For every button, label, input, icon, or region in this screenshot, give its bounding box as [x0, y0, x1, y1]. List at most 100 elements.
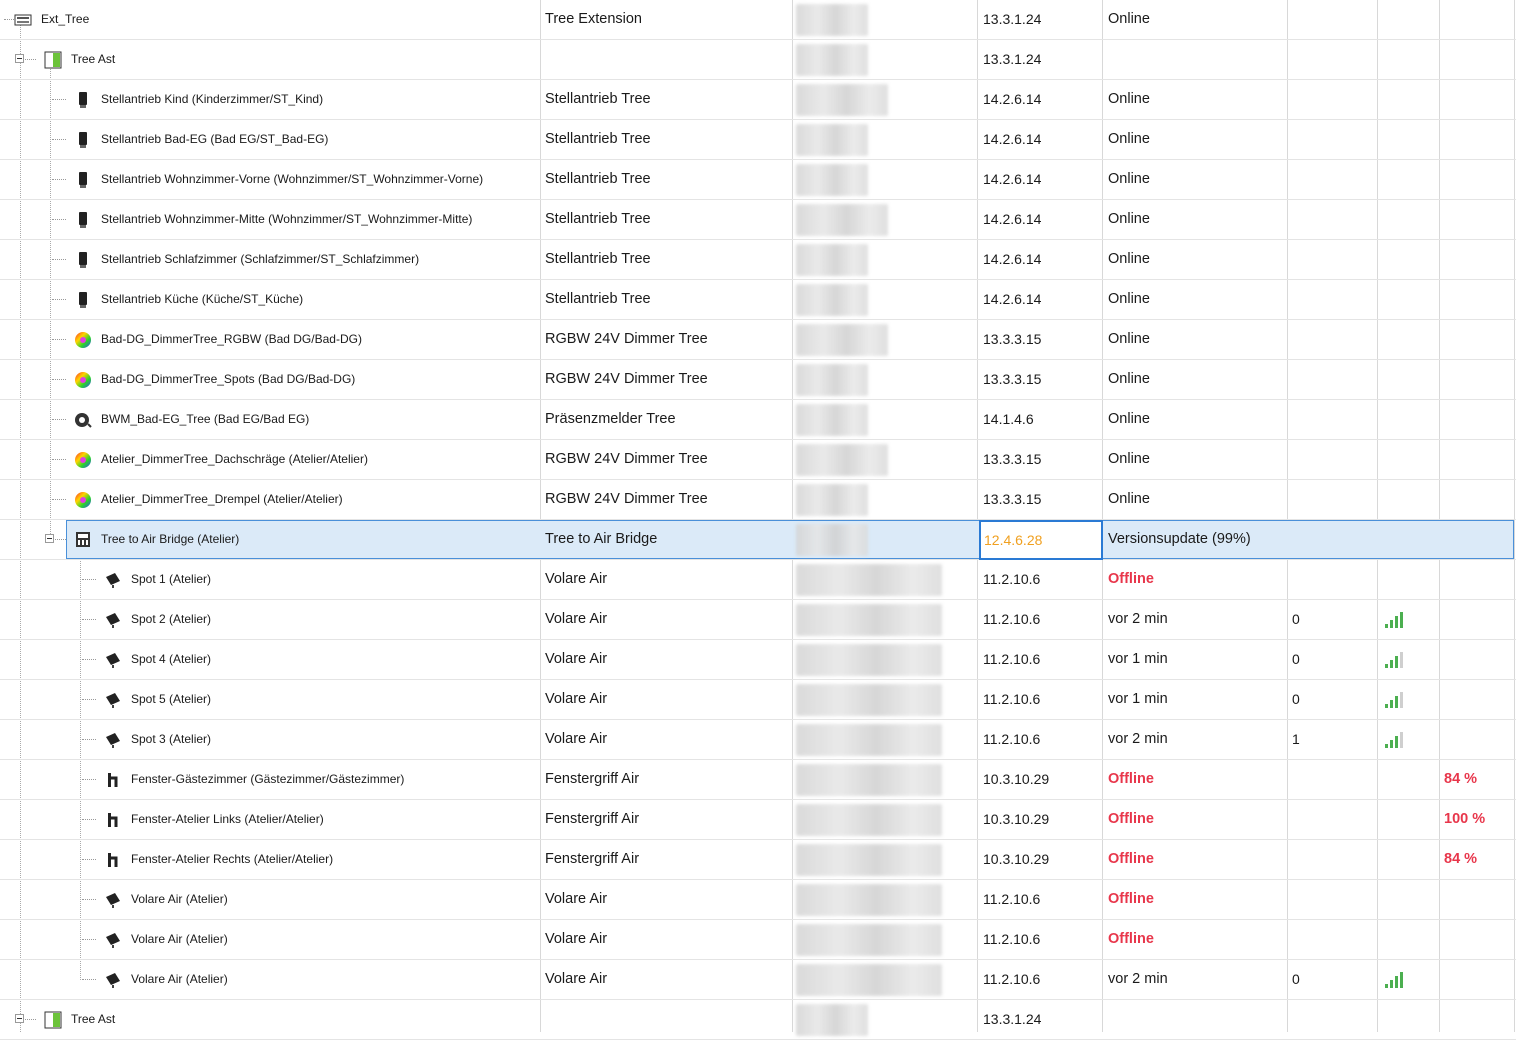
status-text: Online — [1108, 251, 1150, 267]
table-row[interactable]: Bad-DG_DimmerTree_Spots (Bad DG/Bad-DG) R… — [0, 360, 1516, 400]
device-tree-grid[interactable]: Ext_Tree Tree Extension 13.3.1.24 Online Tre… — [0, 0, 1516, 1040]
table-row[interactable]: Atelier_DimmerTree_Dachschräge (Atelier/… — [0, 440, 1516, 480]
device-type: Volare Air — [545, 971, 608, 987]
table-row[interactable]: Spot 2 (Atelier) Volare Air 11.2.10.6 vor 2… — [0, 600, 1516, 640]
table-row[interactable]: Stellantrieb Schlafzimmer (Schlafzimmer/… — [0, 240, 1516, 280]
device-type: Tree Extension — [545, 11, 642, 27]
signal-strength-icon — [1385, 612, 1405, 628]
table-row[interactable]: Stellantrieb Wohnzimmer-Vorne (Wohnzimme… — [0, 160, 1516, 200]
status-text: Online — [1108, 11, 1150, 27]
table-row[interactable]: Spot 1 (Atelier) Volare Air 11.2.10.6 Offli… — [0, 560, 1516, 600]
firmware-version: 14.2.6.14 — [983, 131, 1042, 147]
table-row[interactable]: Fenster-Atelier Links (Atelier/Atelier) F… — [0, 800, 1516, 840]
firmware-version: 13.3.1.24 — [983, 51, 1042, 67]
collapse-toggle[interactable] — [15, 54, 24, 63]
device-name: Tree to Air Bridge (Atelier) — [101, 532, 240, 546]
status-text: Online — [1108, 491, 1150, 507]
status-text: vor 2 min — [1108, 971, 1168, 987]
signal-bar — [1385, 704, 1388, 708]
firmware-version: 13.3.3.15 — [983, 451, 1042, 467]
redacted-serial — [796, 204, 888, 236]
table-row[interactable]: Fenster-Gästezimmer (Gästezimmer/Gästezi… — [0, 760, 1516, 800]
tree-connector — [52, 379, 66, 380]
window-handle-icon — [104, 811, 122, 829]
table-row[interactable]: Stellantrieb Küche (Küche/ST_Küche) Stell… — [0, 280, 1516, 320]
tree-connector — [82, 619, 96, 620]
table-row[interactable]: Stellantrieb Bad-EG (Bad EG/ST_Bad-EG) St… — [0, 120, 1516, 160]
actuator-icon — [74, 291, 92, 309]
table-row[interactable]: Stellantrieb Kind (Kinderzimmer/ST_Kind)… — [0, 80, 1516, 120]
status-text: Online — [1108, 291, 1150, 307]
redacted-serial — [796, 324, 888, 356]
tree-connector — [82, 979, 96, 980]
redacted-serial — [796, 484, 868, 516]
table-row[interactable]: Bad-DG_DimmerTree_RGBW (Bad DG/Bad-DG) RG… — [0, 320, 1516, 360]
tree-connector — [82, 699, 96, 700]
spotlight-icon — [104, 731, 122, 749]
signal-bar — [1390, 700, 1393, 708]
tree-connector — [52, 539, 66, 540]
tree-connector — [82, 579, 96, 580]
device-type: Volare Air — [545, 611, 608, 627]
tree-connector — [52, 179, 66, 180]
device-type: Volare Air — [545, 731, 608, 747]
status-text: Online — [1108, 131, 1150, 147]
signal-bar — [1395, 656, 1398, 668]
table-row[interactable]: Volare Air (Atelier) Volare Air 11.2.10.6 v… — [0, 960, 1516, 1000]
firmware-version: 10.3.10.29 — [983, 811, 1050, 827]
presence-sensor-icon — [74, 411, 92, 429]
rgbw-dimmer-icon — [74, 331, 92, 349]
table-row[interactable]: BWM_Bad-EG_Tree (Bad EG/Bad EG) Präsenzme… — [0, 400, 1516, 440]
device-type: Stellantrieb Tree — [545, 211, 651, 227]
actuator-icon — [74, 131, 92, 149]
table-row[interactable]: Volare Air (Atelier) Volare Air 11.2.10.6 O… — [0, 920, 1516, 960]
firmware-version: 14.2.6.14 — [983, 171, 1042, 187]
table-row[interactable]: Atelier_DimmerTree_Drempel (Atelier/Atel… — [0, 480, 1516, 520]
table-row[interactable]: Fenster-Atelier Rechts (Atelier/Atelier)… — [0, 840, 1516, 880]
tree-connector — [52, 219, 66, 220]
redacted-serial — [796, 244, 868, 276]
status-text: Offline — [1108, 771, 1154, 787]
table-row[interactable]: Stellantrieb Wohnzimmer-Mitte (Wohnzimme… — [0, 200, 1516, 240]
tree-branch-icon — [44, 1011, 62, 1029]
spotlight-icon — [104, 971, 122, 989]
firmware-version: 11.2.10.6 — [983, 971, 1041, 987]
version-edit-field[interactable]: 12.4.6.28 — [979, 520, 1103, 560]
device-type: RGBW 24V Dimmer Tree — [545, 451, 708, 467]
tree-connector — [82, 779, 96, 780]
firmware-version: 13.3.1.24 — [983, 11, 1042, 27]
signal-bar — [1395, 616, 1398, 628]
status-text: Online — [1108, 91, 1150, 107]
device-type: Fenstergriff Air — [545, 851, 640, 867]
signal-bar — [1400, 732, 1403, 748]
device-type: Volare Air — [545, 571, 608, 587]
table-row[interactable]: Ext_Tree Tree Extension 13.3.1.24 Online — [0, 0, 1516, 40]
table-row[interactable]: Tree Ast 13.3.1.24 — [0, 1000, 1516, 1040]
signal-bar — [1385, 664, 1388, 668]
signal-bar — [1400, 612, 1403, 628]
collapse-toggle[interactable] — [15, 1014, 24, 1023]
table-row[interactable]: Spot 5 (Atelier) Volare Air 11.2.10.6 vor 1… — [0, 680, 1516, 720]
table-row[interactable]: Tree to Air Bridge (Atelier) Tree to Air … — [0, 520, 1516, 560]
spotlight-icon — [104, 931, 122, 949]
redacted-serial — [796, 284, 868, 316]
redacted-serial — [796, 1004, 868, 1036]
status-text: vor 1 min — [1108, 651, 1168, 667]
table-row[interactable]: Volare Air (Atelier) Volare Air 11.2.10.6 O… — [0, 880, 1516, 920]
firmware-version: 11.2.10.6 — [983, 691, 1041, 707]
tree-connector — [52, 459, 66, 460]
table-row[interactable]: Spot 3 (Atelier) Volare Air 11.2.10.6 vor 2… — [0, 720, 1516, 760]
table-row[interactable]: Tree Ast 13.3.1.24 — [0, 40, 1516, 80]
device-name: Volare Air (Atelier) — [131, 892, 228, 906]
redacted-serial — [796, 364, 868, 396]
firmware-version: 11.2.10.6 — [983, 891, 1041, 907]
redacted-serial — [796, 524, 868, 556]
link-quality-value: 0 — [1292, 651, 1300, 667]
device-type: Tree to Air Bridge — [545, 531, 658, 547]
device-type: Stellantrieb Tree — [545, 251, 651, 267]
device-type: Volare Air — [545, 651, 608, 667]
actuator-icon — [74, 171, 92, 189]
collapse-toggle[interactable] — [45, 534, 54, 543]
device-name: Spot 2 (Atelier) — [131, 612, 212, 626]
table-row[interactable]: Spot 4 (Atelier) Volare Air 11.2.10.6 vor 1… — [0, 640, 1516, 680]
